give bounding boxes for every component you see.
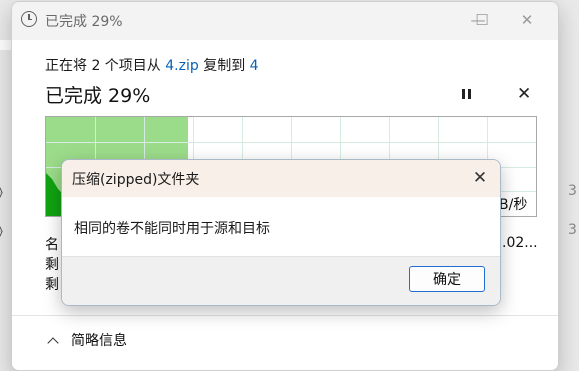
clock-icon	[21, 11, 37, 27]
destination-link[interactable]: 4	[250, 58, 259, 74]
copy-middle: 复制到	[203, 58, 246, 74]
dialog-title: 压缩(zipped)文件夹	[72, 172, 200, 188]
detail-name-label: 名	[45, 237, 59, 253]
background-fragment-right-1: 3	[568, 183, 577, 199]
copy-description: 正在将 2 个项目从 4.zip 复制到 4	[45, 55, 259, 75]
dialog-close-button[interactable]: ✕	[468, 166, 492, 190]
pause-icon[interactable]	[459, 87, 475, 103]
chevron-up-icon	[47, 337, 59, 349]
cancel-copy-button[interactable]: ✕	[517, 84, 531, 104]
background-window-edge	[0, 40, 11, 50]
background-fragment-left-1: 》	[0, 183, 10, 203]
window-close-button[interactable]: ✕	[512, 9, 542, 31]
background-fragment-right-2: 3	[568, 222, 577, 238]
detail-name-value: .02...	[502, 235, 538, 251]
source-link[interactable]: 4.zip	[165, 58, 198, 74]
copy-prefix: 正在将 2 个项目从	[45, 58, 161, 74]
brief-info-label: 简略信息	[71, 333, 127, 349]
window-title: 已完成 29%	[45, 14, 123, 30]
dialog-message: 相同的卷不能同时用于源和目标	[74, 221, 270, 237]
detail-remaining-time-label: 剩	[45, 257, 59, 273]
window-titlebar[interactable]: 已完成 29% — ☐ ✕	[12, 2, 558, 40]
detail-remaining-items-label: 剩	[45, 277, 59, 293]
footer-divider	[12, 315, 558, 316]
maximize-button[interactable]: ☐	[467, 9, 497, 31]
brief-info-toggle[interactable]: 简略信息	[47, 330, 127, 350]
error-dialog: 压缩(zipped)文件夹 ✕ 相同的卷不能同时用于源和目标 确定	[61, 159, 501, 306]
background-fragment-left-2: 》	[0, 222, 10, 242]
dialog-footer: 确定	[62, 256, 500, 305]
dialog-titlebar[interactable]: 压缩(zipped)文件夹 ✕	[62, 160, 500, 197]
ok-button[interactable]: 确定	[409, 266, 485, 292]
transfer-speed: B/秒	[499, 197, 528, 213]
percent-complete-label: 已完成 29%	[45, 85, 151, 107]
